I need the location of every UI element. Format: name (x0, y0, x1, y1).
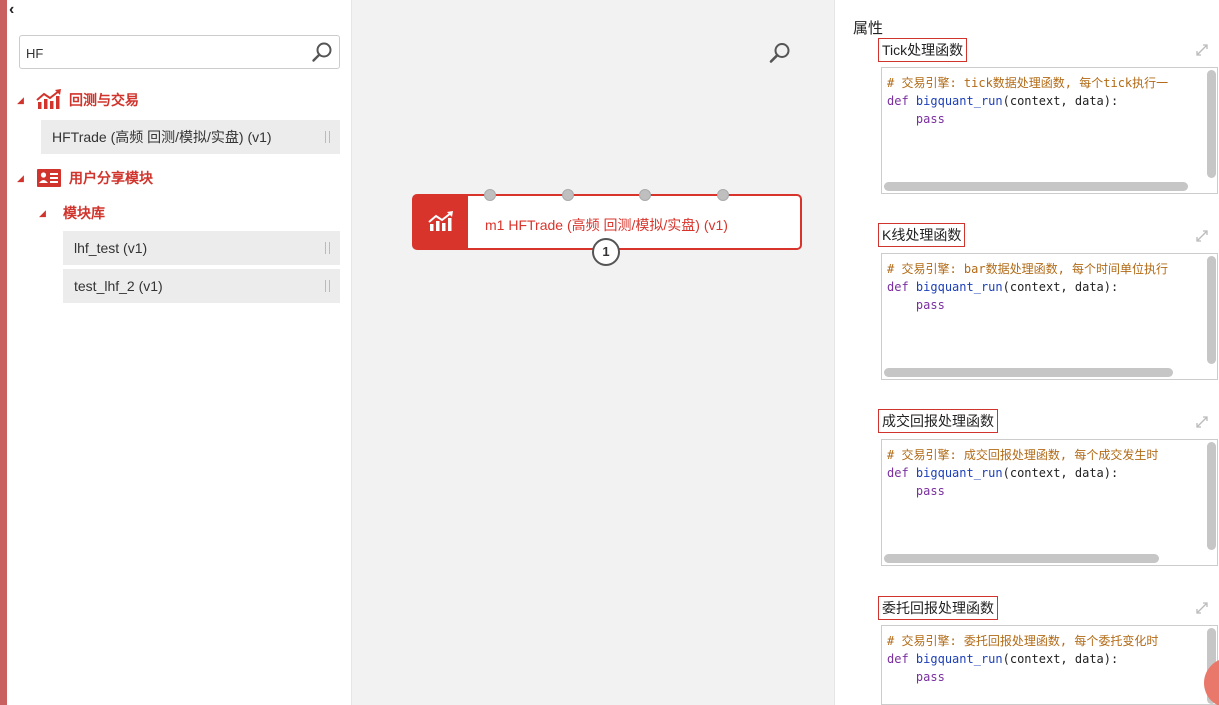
subcategory-module-library[interactable]: ◢ 模块库 (39, 202, 105, 224)
id-card-icon (37, 169, 61, 187)
node-icon-box (414, 196, 468, 248)
code-args: (context, data): (1002, 466, 1119, 480)
drag-handle-icon[interactable] (325, 131, 330, 143)
expand-icon[interactable] (1195, 43, 1209, 57)
prop-label-bar-handler: K线处理函数 (878, 223, 966, 247)
trend-chart-icon (428, 211, 453, 231)
code-body: pass (915, 112, 945, 126)
module-item-label: lhf_test (v1) (74, 240, 148, 256)
code-function: bigquant_run (915, 466, 1003, 480)
prop-label-order-handler: 委托回报处理函数 (878, 596, 998, 620)
search-icon[interactable] (311, 41, 333, 63)
code-body: pass (915, 484, 945, 498)
output-port[interactable]: 1 (592, 238, 620, 266)
code-editor-trade-handler[interactable]: # 交易引擎: 成交回报处理函数, 每个成交发生时 def bigquant_r… (881, 439, 1218, 566)
code-comment: # 交易引擎: tick数据处理函数, 每个tick执行一 (887, 76, 1169, 90)
module-item-lhf-test[interactable]: lhf_test (v1) (63, 231, 340, 265)
node-title: m1 HFTrade (高频 回测/模拟/实盘) (v1) (485, 217, 728, 233)
code-keyword: def (887, 652, 909, 666)
canvas-search-icon[interactable] (768, 41, 792, 65)
expand-icon[interactable] (1195, 601, 1209, 615)
properties-panel: 属性 Tick处理函数 # 交易引擎: tick数据处理函数, 每个tick执行… (834, 0, 1219, 705)
code-editor-order-handler[interactable]: # 交易引擎: 委托回报处理函数, 每个委托变化时 def bigquant_r… (881, 625, 1218, 705)
category-label: 回测与交易 (69, 92, 139, 108)
left-accent-bar (0, 0, 7, 705)
module-search-input[interactable] (26, 42, 306, 64)
code-keyword: def (887, 94, 909, 108)
properties-title: 属性 (853, 20, 884, 37)
code-comment: # 交易引擎: 成交回报处理函数, 每个成交发生时 (887, 448, 1159, 462)
module-item-label: test_lhf_2 (v1) (74, 278, 163, 294)
category-user-shared[interactable]: ◢ 用户分享模块 (17, 166, 153, 190)
category-label: 用户分享模块 (69, 170, 153, 186)
module-item-test-lhf-2[interactable]: test_lhf_2 (v1) (63, 269, 340, 303)
code-function: bigquant_run (915, 652, 1003, 666)
code-function: bigquant_run (915, 280, 1003, 294)
category-backtest-trade[interactable]: ◢ 回测与交易 (17, 88, 139, 112)
prop-label-trade-handler: 成交回报处理函数 (878, 409, 998, 433)
code-editor-bar-handler[interactable]: # 交易引擎: bar数据处理函数, 每个时间单位执行 def bigquant… (881, 253, 1218, 380)
trend-chart-icon (36, 89, 61, 109)
vertical-scrollbar[interactable] (1207, 70, 1216, 178)
code-body: pass (915, 298, 945, 312)
code-keyword: def (887, 466, 909, 480)
prop-label-tick-handler: Tick处理函数 (878, 38, 968, 62)
expand-triangle-icon: ◢ (39, 207, 46, 218)
collapse-panel-button[interactable]: ‹ (9, 2, 23, 18)
expand-triangle-icon: ◢ (17, 172, 24, 183)
module-item-label: HFTrade (高频 回测/模拟/实盘) (v1) (52, 129, 272, 145)
horizontal-scrollbar[interactable] (884, 182, 1188, 191)
vertical-scrollbar[interactable] (1207, 256, 1216, 364)
input-port[interactable] (717, 189, 729, 201)
vertical-scrollbar[interactable] (1207, 442, 1216, 550)
module-item-hftrade[interactable]: HFTrade (高频 回测/模拟/实盘) (v1) (41, 120, 340, 154)
code-function: bigquant_run (915, 94, 1003, 108)
subcategory-label: 模块库 (63, 205, 105, 221)
expand-icon[interactable] (1195, 229, 1209, 243)
code-keyword: def (887, 280, 909, 294)
drag-handle-icon[interactable] (325, 242, 330, 254)
input-port[interactable] (484, 189, 496, 201)
horizontal-scrollbar[interactable] (884, 368, 1173, 377)
module-panel: ‹ ◢ 回测与交易 HFTrade (高频 回测/模拟/实盘) (v1) ◢ (7, 0, 352, 705)
code-editor-tick-handler[interactable]: # 交易引擎: tick数据处理函数, 每个tick执行一 def bigqua… (881, 67, 1218, 194)
input-port[interactable] (562, 189, 574, 201)
code-args: (context, data): (1002, 652, 1119, 666)
expand-icon[interactable] (1195, 415, 1209, 429)
module-search-box[interactable] (19, 35, 340, 69)
code-args: (context, data): (1002, 280, 1119, 294)
drag-handle-icon[interactable] (325, 280, 330, 292)
expand-triangle-icon: ◢ (17, 94, 24, 105)
horizontal-scrollbar[interactable] (884, 554, 1159, 563)
code-comment: # 交易引擎: 委托回报处理函数, 每个委托变化时 (887, 634, 1159, 648)
code-args: (context, data): (1002, 94, 1119, 108)
input-port[interactable] (639, 189, 651, 201)
module-node-m1[interactable]: m1 HFTrade (高频 回测/模拟/实盘) (v1) 1 (412, 189, 802, 266)
workflow-canvas[interactable]: m1 HFTrade (高频 回测/模拟/实盘) (v1) 1 (352, 0, 834, 705)
code-comment: # 交易引擎: bar数据处理函数, 每个时间单位执行 (887, 262, 1169, 276)
code-body: pass (915, 670, 945, 684)
